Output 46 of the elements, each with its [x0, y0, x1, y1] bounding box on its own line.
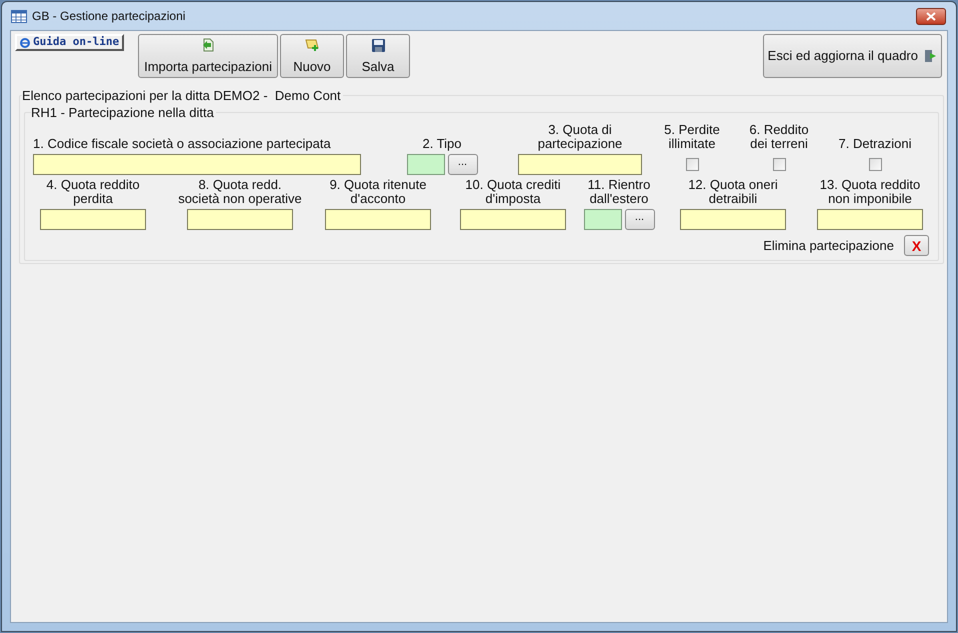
delete-button[interactable]: X [904, 235, 929, 256]
field-label: 9. Quota ritenute d'acconto [328, 178, 428, 206]
text-field[interactable] [680, 208, 786, 230]
text-field[interactable] [40, 208, 146, 230]
field-label: 5. Perdite illimitate [663, 123, 721, 151]
checkbox[interactable] [868, 158, 882, 170]
field-label: 12. Quota oneri detraibili [687, 178, 779, 206]
field-label: 3. Quota di partecipazione [536, 123, 624, 151]
code-field[interactable] [406, 154, 444, 174]
browser-icon [20, 38, 30, 48]
field-label: 7. Detrazioni [838, 137, 912, 151]
company-heading: Elenco partecipazioni per la ditta DEMO2 - Demo Cont [22, 87, 342, 105]
field-label: 6. Reddito dei terreni [748, 123, 810, 151]
browse-button[interactable]: ... [624, 208, 654, 230]
field-label: 8. Quota redd. società non operative [178, 178, 302, 206]
field-label: 10. Quota crediti d'imposta [464, 178, 562, 206]
help-button[interactable]: Guida on-line [15, 34, 124, 51]
text-field[interactable] [460, 208, 566, 230]
checkbox[interactable] [772, 158, 786, 170]
delete-label: Elimina partecipazione [763, 236, 894, 255]
field-label: 11. Rientro dall'estero [586, 178, 652, 206]
field-label: 2. Tipo [422, 137, 462, 151]
text-field[interactable] [518, 154, 642, 174]
import-icon [201, 38, 216, 52]
browse-button[interactable]: ... [448, 154, 478, 174]
toolbar-button[interactable]: Importa partecipazioni [138, 34, 278, 78]
exit-button[interactable]: Esci ed aggiorna il quadro [762, 34, 942, 78]
section-title: RH1 - Partecipazione nella ditta [31, 104, 215, 122]
code-field[interactable] [584, 208, 622, 230]
field-label: 4. Quota reddito perdita [45, 178, 141, 206]
new-document-icon [304, 38, 320, 52]
text-field[interactable] [33, 154, 361, 174]
text-field[interactable] [325, 208, 431, 230]
checkbox[interactable] [686, 158, 698, 170]
close-icon [926, 12, 936, 20]
toolbar-button[interactable]: Nuovo [280, 34, 344, 78]
save-icon [370, 38, 386, 53]
exit-door-icon [924, 49, 937, 63]
field-label: 13. Quota reddito non imponibile [818, 178, 922, 206]
window-icon [11, 10, 27, 22]
text-field[interactable] [817, 208, 923, 230]
field-label: 1. Codice fiscale società o associazione partecipata [33, 137, 331, 151]
toolbar-button[interactable]: Salva [346, 34, 410, 78]
close-button[interactable] [916, 8, 946, 24]
window-title: GB - Gestione partecipazioni [32, 8, 186, 25]
text-field[interactable] [187, 208, 293, 230]
